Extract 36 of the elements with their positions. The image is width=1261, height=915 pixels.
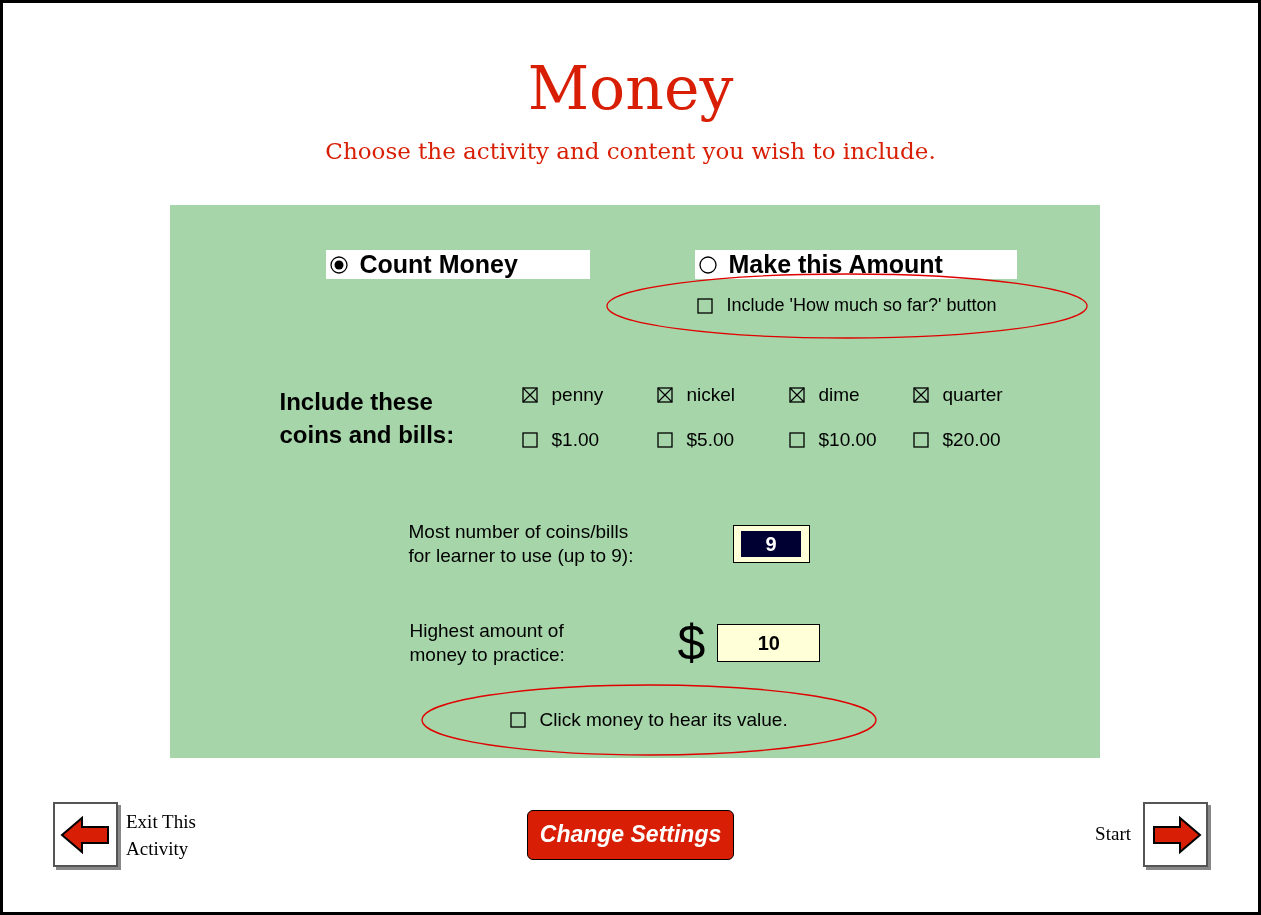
radio-option[interactable]: Make this Amount	[694, 250, 1017, 279]
dollar-sign: $	[677, 618, 706, 668]
checked-checkbox[interactable]	[656, 387, 673, 404]
checkbox[interactable]	[656, 431, 673, 448]
exit-button[interactable]	[53, 802, 118, 867]
change-settings-button[interactable]: Change Settings	[526, 809, 735, 860]
coin-label: nickel	[686, 383, 736, 407]
option-label: Click money to hear its value.	[539, 708, 788, 732]
checkbox[interactable]	[521, 431, 538, 448]
checkbox[interactable]	[788, 431, 805, 448]
page-subtitle: Choose the activity and content you wish to include.	[325, 140, 936, 163]
checkbox[interactable]	[696, 297, 713, 314]
radio-icon	[698, 255, 717, 274]
start-button[interactable]	[1143, 802, 1208, 867]
start-label: Start	[1095, 822, 1131, 847]
checked-checkbox[interactable]	[521, 387, 538, 404]
coin-label: $20.00	[942, 427, 1001, 452]
field-label: Most number of coins/bills for learner to use (up to 9):	[408, 520, 635, 568]
coin-label: quarter	[942, 383, 1003, 407]
coin-label: $10.00	[818, 427, 877, 452]
amount-field[interactable]: 10	[717, 624, 821, 662]
checkbox[interactable]	[912, 431, 929, 448]
coins-label: Include these coins and bills:	[279, 387, 456, 450]
coin-label: $5.00	[686, 427, 735, 452]
exit-label: Exit This Activity	[126, 809, 196, 861]
coin-label: dime	[818, 383, 860, 407]
option-label: Include 'How much so far?' button	[726, 294, 997, 317]
checked-checkbox[interactable]	[788, 387, 805, 404]
checkbox[interactable]	[509, 712, 526, 729]
checked-checkbox[interactable]	[912, 387, 929, 404]
field-label: Highest amount of money to practice:	[409, 619, 566, 667]
count-field[interactable]: 9	[732, 525, 810, 563]
selected-radio-icon	[329, 255, 348, 274]
radio-option[interactable]: Count Money	[325, 250, 590, 279]
coin-label: penny	[551, 383, 604, 407]
coin-label: $1.00	[551, 427, 600, 452]
